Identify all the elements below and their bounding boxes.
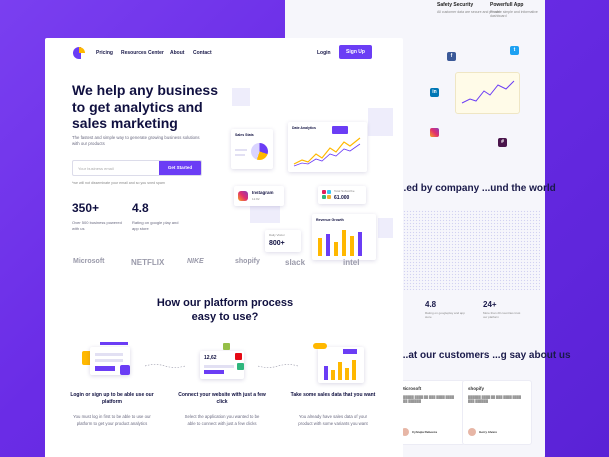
dashboard-illustration: Sales Stats Date Analytics Instagram 12.… — [228, 88, 398, 260]
slack-logo: slack — [285, 258, 306, 267]
twitter-icon: t — [510, 46, 519, 55]
nav-link-about[interactable]: About — [170, 50, 184, 56]
shopify-icon — [223, 343, 230, 350]
linkedin-icon: in — [430, 88, 439, 97]
step-1-title: Login or sign up to be able use our plat… — [70, 392, 154, 405]
process-title: How our platform process easy to use? — [156, 297, 294, 323]
top-nav: Pricing Resources Center About Contact L… — [45, 38, 403, 68]
shopify-logo: shopify — [235, 258, 260, 265]
step-3-title: Take some sales data that you want — [290, 392, 376, 398]
stat-businesses: 350+ Over 500 business powered with us — [72, 201, 122, 231]
bg-heading: ...ed by company ...und the world — [398, 183, 556, 194]
step-2-illustration: 12,62 — [195, 339, 255, 389]
get-started-button[interactable]: Get Started — [159, 161, 201, 175]
pie-chart — [251, 143, 268, 160]
slack-icon: # — [498, 138, 507, 147]
slack-icon — [237, 363, 244, 370]
step-2-description: Select the application you wanted to be … — [184, 414, 260, 426]
revenue-growth-card: Revenue Growth — [312, 214, 376, 260]
landing-page: Pricing Resources Center About Contact L… — [45, 38, 403, 457]
nav-link-resources[interactable]: Resources Center — [121, 50, 164, 56]
email-input[interactable] — [78, 161, 158, 175]
bg-feature-app: Powerfull App Provide simple and informa… — [490, 2, 538, 18]
step-1-illustration — [80, 339, 140, 389]
slack-icon — [322, 190, 331, 199]
nav-link-contact[interactable]: Contact — [193, 50, 212, 56]
world-map — [400, 210, 540, 290]
nav-link-pricing[interactable]: Pricing — [96, 50, 113, 56]
total-subscribe-card: Total Subscribe 61.000 — [318, 186, 366, 204]
step-1-description: You must log in first to be able to use … — [73, 414, 151, 426]
connector-line — [145, 364, 185, 368]
step-3-description: You already have sales data of your prod… — [298, 414, 368, 426]
signup-button[interactable]: Sign Up — [339, 45, 372, 59]
testimonial-card: shopify ██████ ████ ██ ███ ████ ████ ███… — [462, 380, 532, 445]
disclaimer: *we will not disseminate your email and … — [72, 181, 165, 185]
microsoft-logo: Microsoft — [73, 258, 105, 265]
instagram-card: Instagram 12.82 — [234, 186, 284, 206]
bg-graph-card — [455, 72, 520, 114]
bg-customers-heading: ...at our customers ...g say about us — [400, 350, 571, 361]
instagram-icon — [238, 191, 248, 201]
bg-stat: 4.8 Rating on googleplay and app store — [425, 300, 465, 319]
connector-line — [258, 364, 298, 368]
intel-logo: intel — [343, 258, 360, 267]
sales-stats-card: Sales Stats — [231, 129, 273, 169]
bg-stat: 24+ More than 20 countries trust our pla… — [483, 300, 521, 319]
stat-rating: 4.8 Rating on google play and app store — [132, 201, 179, 231]
netflix-icon — [235, 353, 242, 360]
login-link[interactable]: Login — [317, 50, 331, 56]
email-form: Get Started — [72, 160, 202, 176]
logo[interactable] — [73, 47, 85, 59]
avatar — [468, 428, 476, 436]
hero-description: The fastest and simple way to generate g… — [72, 135, 200, 146]
daily-visitor-card: Daily Visitor 800+ — [265, 230, 301, 252]
step-2-title: Connect your website with just a few cli… — [178, 392, 266, 405]
facebook-icon: f — [447, 52, 456, 61]
netflix-logo: NETFLIX — [131, 258, 165, 267]
brand-logos: Microsoft NETFLIX NIKE shopify slack int… — [73, 258, 373, 272]
testimonial-card: Microsoft ██████ ████ ██ ███ ████ ████ █… — [395, 380, 465, 445]
nike-logo: NIKE — [187, 258, 204, 265]
data-analytics-card: Date Analytics — [288, 122, 367, 172]
hero-title: We help any business to get analytics an… — [72, 82, 219, 131]
instagram-icon — [430, 128, 439, 137]
step-3-illustration — [313, 339, 373, 389]
